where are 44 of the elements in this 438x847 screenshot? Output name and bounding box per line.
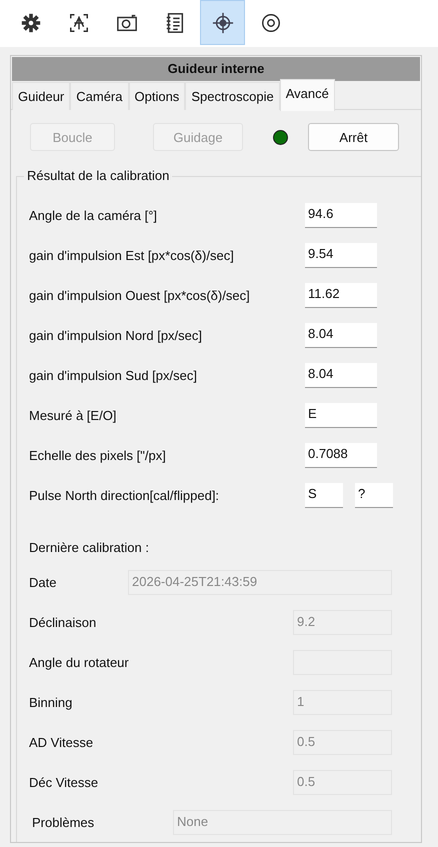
group-title: Résultat de la calibration (24, 168, 172, 183)
field-label: Angle de la caméra [°] (29, 208, 158, 222)
input-field[interactable]: 0.7088 (305, 442, 377, 468)
input-field[interactable]: 9.54 (305, 242, 377, 268)
tab[interactable]: Spectroscopie (185, 82, 280, 110)
tab[interactable]: Guideur (12, 82, 70, 110)
field-label: Date (29, 574, 56, 590)
field-label: Déclinaison (29, 614, 96, 630)
tab[interactable]: Options (128, 82, 186, 110)
input-field[interactable]: S (305, 482, 343, 508)
input-field: 0.5 (293, 770, 392, 794)
input-field: 2026-04-25T21:43:59 (128, 570, 392, 594)
input-field: None (173, 810, 392, 834)
crosshair-icon (212, 12, 234, 34)
field-label: Echelle des pixels ["/px] (29, 448, 167, 462)
input-field[interactable]: 8.04 (305, 362, 377, 388)
panel-title: Guideur interne (12, 57, 420, 81)
field-label: Mesuré à [E/O] (29, 408, 118, 422)
input-field[interactable]: 11.62 (305, 282, 377, 308)
input-field[interactable]: ? (355, 482, 393, 508)
gear-icon (20, 12, 42, 34)
tab[interactable]: Avancé (280, 79, 335, 111)
toolbar-button[interactable] (200, 0, 245, 45)
field-label: Déc Vitesse (29, 774, 98, 790)
stop-button[interactable]: Arrêt (308, 123, 399, 151)
section-title: Dernière calibration : (29, 540, 150, 557)
ring-icon (260, 12, 282, 34)
tab[interactable]: Caméra (70, 82, 128, 110)
field-label: gain d'impulsion Est [px*cos(δ)/sec] (29, 248, 235, 262)
field-label: gain d'impulsion Sud [px/sec] (29, 368, 198, 382)
input-field: 0.5 (293, 730, 392, 754)
field-label: Pulse North direction[cal/flipped]: (29, 488, 220, 502)
field-label: Binning (29, 694, 72, 710)
field-label: AD Vitesse (29, 734, 94, 750)
field-label: Angle du rotateur (29, 654, 129, 670)
focus-frame-icon (68, 12, 90, 34)
field-label: Problèmes (32, 814, 94, 830)
input-field: 9.2 (293, 610, 392, 634)
field-label: gain d'impulsion Ouest [px*cos(δ)/sec] (29, 288, 251, 302)
input-field[interactable]: 94.6 (305, 202, 377, 228)
input-field: 1 (293, 690, 392, 714)
field-label: gain d'impulsion Nord [px/sec] (29, 328, 204, 342)
input-field[interactable]: E (305, 402, 377, 428)
input-field[interactable]: 8.04 (305, 322, 377, 348)
